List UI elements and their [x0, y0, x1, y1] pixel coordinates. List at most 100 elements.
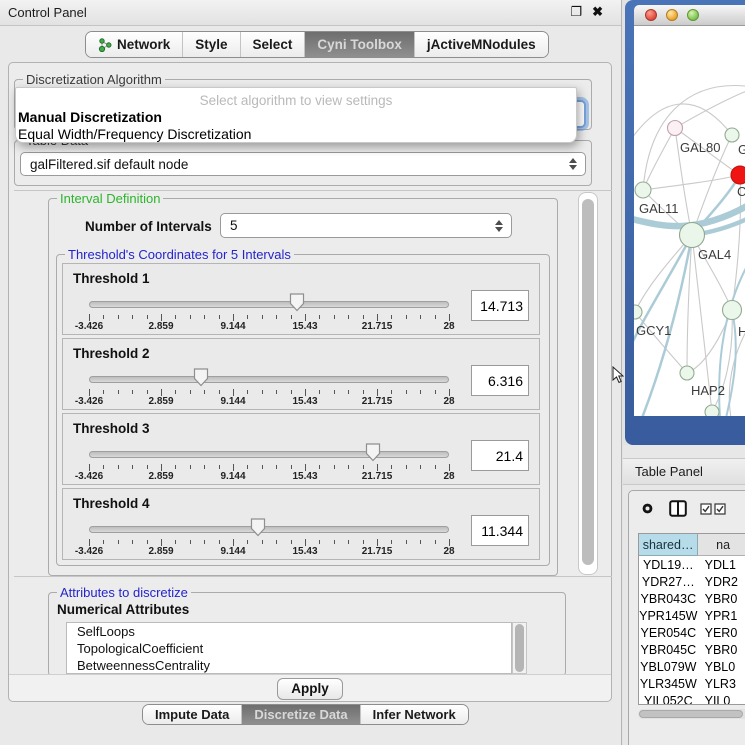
- network-node[interactable]: [668, 121, 683, 136]
- network-edge[interactable]: [726, 310, 736, 416]
- slider-tick: [276, 540, 277, 544]
- table-panel-title: Table Panel: [635, 464, 703, 479]
- table-cell: YER0: [698, 624, 745, 641]
- algorithm-option-equal-width[interactable]: Equal Width/Frequency Discretization: [18, 126, 251, 142]
- show-columns-icon[interactable]: [669, 500, 687, 517]
- threshold-slider-track[interactable]: [89, 526, 449, 533]
- threshold-value-field[interactable]: [471, 365, 529, 396]
- tab-impute-data[interactable]: Impute Data: [143, 705, 242, 724]
- tab-select[interactable]: Select: [241, 32, 306, 57]
- close-icon[interactable]: ✖: [592, 4, 603, 20]
- table-cell: YLR345W: [639, 675, 698, 692]
- threshold-slider-handle[interactable]: [365, 443, 381, 462]
- settings-vertical-scrollbar[interactable]: [578, 192, 598, 575]
- slider-tick: [161, 314, 162, 321]
- attribute-item[interactable]: BetweennessCentrality: [67, 657, 511, 674]
- network-graph[interactable]: GAL80GACGAL11GAL4GCY1HHAP2: [634, 26, 745, 416]
- network-edge[interactable]: [687, 310, 732, 373]
- threshold-slider-track[interactable]: [89, 301, 449, 308]
- slider-tick-label: 15.43: [292, 546, 317, 557]
- threshold-slider-track[interactable]: [89, 376, 449, 383]
- panel-title: Control Panel: [8, 5, 87, 20]
- close-traffic-icon[interactable]: [645, 9, 657, 21]
- table-row[interactable]: YBR043CYBR0: [639, 590, 745, 607]
- network-node[interactable]: [634, 305, 642, 319]
- network-node-label: HAP2: [691, 383, 725, 398]
- slider-tick: [319, 540, 320, 544]
- discretization-algorithm-title: Discretization Algorithm: [23, 72, 165, 87]
- threshold-label: Threshold 3: [73, 421, 150, 436]
- minimize-traffic-icon[interactable]: [666, 9, 678, 21]
- tab-cyni-toolbox[interactable]: Cyni Toolbox: [305, 32, 415, 57]
- numerical-attributes-list[interactable]: SelfLoopsTopologicalCoefficientBetweenne…: [66, 622, 512, 674]
- network-node[interactable]: [731, 166, 745, 184]
- float-window-icon[interactable]: ❐: [570, 4, 582, 20]
- threshold-value-field[interactable]: [471, 515, 529, 546]
- threshold-label: Threshold 1: [73, 271, 150, 286]
- network-edge[interactable]: [675, 90, 745, 128]
- attributes-group-title: Attributes to discretize: [57, 585, 191, 600]
- number-of-intervals-combobox[interactable]: 5: [220, 213, 512, 238]
- slider-tick: [276, 465, 277, 469]
- slider-tick-label: 2.859: [148, 471, 173, 482]
- network-node[interactable]: [635, 182, 651, 198]
- slider-tick: [219, 315, 220, 319]
- attributes-scrollbar[interactable]: [512, 622, 527, 674]
- table-panel-body: shared…na YDL19…YDL1YDR27…YDR2YBR043CYBR…: [628, 490, 745, 745]
- tab-jactivemnodules[interactable]: jActiveMNodules: [415, 32, 548, 57]
- table-row[interactable]: YBL079WYBL0: [639, 658, 745, 675]
- network-node[interactable]: [680, 366, 694, 380]
- column-header[interactable]: shared…: [639, 534, 698, 556]
- threshold-slider-handle[interactable]: [193, 368, 209, 387]
- threshold-slider-track[interactable]: [89, 451, 449, 458]
- network-view-window[interactable]: GAL80GACGAL11GAL4GCY1HHAP2: [625, 0, 745, 445]
- table-horizontal-scrollbar[interactable]: [638, 709, 745, 719]
- slider-tick: [291, 540, 292, 544]
- slider-tick: [276, 315, 277, 319]
- network-node[interactable]: [705, 405, 719, 416]
- network-edge[interactable]: [643, 175, 740, 190]
- slider-tick: [219, 465, 220, 469]
- gear-icon[interactable]: [639, 500, 656, 517]
- table-row[interactable]: YLR345WYLR3: [639, 675, 745, 692]
- table-row[interactable]: YIL052CYIL0: [639, 692, 745, 705]
- table-row[interactable]: YPR145WYPR1: [639, 607, 745, 624]
- network-canvas[interactable]: GAL80GACGAL11GAL4GCY1HHAP2: [634, 26, 745, 416]
- attribute-item[interactable]: TopologicalCoefficient: [67, 640, 511, 657]
- slider-tick-label: -3.426: [75, 396, 103, 407]
- table-row[interactable]: YDL19…YDL1: [639, 556, 745, 573]
- slider-tick-label: 9.144: [220, 471, 245, 482]
- network-node[interactable]: [680, 223, 705, 248]
- network-edge[interactable]: [634, 104, 732, 138]
- threshold-slider-handle[interactable]: [289, 293, 305, 312]
- tab-style[interactable]: Style: [183, 32, 240, 57]
- algorithm-option-manual[interactable]: Manual Discretization: [18, 109, 162, 125]
- table-cell: YLR3: [698, 675, 745, 692]
- threshold-value-field[interactable]: [471, 440, 529, 471]
- slider-tick: [175, 315, 176, 319]
- tab-infer-network[interactable]: Infer Network: [361, 705, 468, 724]
- network-node[interactable]: [723, 301, 742, 320]
- slider-tick: [233, 464, 234, 471]
- table-data-combobox[interactable]: galFiltered.sif default node: [20, 152, 586, 176]
- tab-label: Impute Data: [155, 707, 229, 722]
- threshold-value-field[interactable]: [471, 290, 529, 321]
- node-attribute-table[interactable]: shared…na YDL19…YDL1YDR27…YDR2YBR043CYBR…: [638, 533, 745, 705]
- slider-tick: [406, 540, 407, 544]
- tab-network[interactable]: Network: [86, 32, 183, 57]
- threshold-slider-handle[interactable]: [250, 518, 266, 537]
- tab-discretize-data[interactable]: Discretize Data: [242, 705, 360, 724]
- slider-tick: [219, 540, 220, 544]
- zoom-traffic-icon[interactable]: [687, 9, 699, 21]
- column-header[interactable]: na: [698, 534, 745, 556]
- network-node[interactable]: [725, 128, 739, 142]
- network-icon: [98, 38, 112, 52]
- table-row[interactable]: YBR045CYBR0: [639, 641, 745, 658]
- apply-button[interactable]: Apply: [277, 678, 343, 700]
- slider-tick: [391, 540, 392, 544]
- table-cell: YDL19…: [639, 556, 698, 573]
- table-row[interactable]: YER054CYER0: [639, 624, 745, 641]
- attribute-item[interactable]: SelfLoops: [67, 623, 511, 640]
- table-row[interactable]: YDR27…YDR2: [639, 573, 745, 590]
- select-all-checkboxes-icon[interactable]: [700, 503, 726, 515]
